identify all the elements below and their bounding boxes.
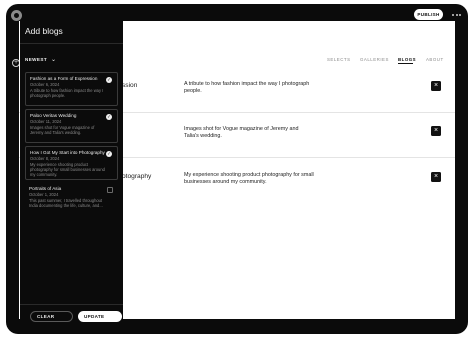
update-button[interactable]: UPDATE (78, 311, 122, 322)
nav-blogs[interactable]: BLOGS (398, 57, 416, 62)
check-icon[interactable]: ✓ (106, 114, 112, 120)
checkbox-icon[interactable] (107, 187, 113, 193)
blog-card-excerpt: My experience shooting product photograp… (30, 162, 105, 177)
blog-card[interactable]: Paloo Veritas Wedding October 11, 2024 I… (25, 109, 118, 143)
blog-card-excerpt: This past summer, I travelled throughout… (29, 198, 103, 208)
panel-title: Add blogs (25, 26, 63, 36)
check-icon[interactable]: ✓ (106, 77, 112, 83)
nav-about[interactable]: ABOUT (426, 57, 444, 62)
panel-footer-divider (20, 304, 123, 305)
add-blogs-panel: Add blogs NEWEST ⌄ Fashion as a Form of … (20, 21, 123, 324)
blog-title: ssion (122, 82, 138, 89)
blog-description: A tribute to how fashion impact the way … (184, 81, 310, 94)
remove-blog-button[interactable]: × (431, 126, 441, 136)
remove-blog-button[interactable]: × (431, 172, 441, 182)
blog-description: Images shot for Vogue magazine of Jeremy… (184, 126, 299, 139)
chevron-down-icon[interactable]: ⌄ (51, 56, 56, 63)
blog-card-excerpt: Images shot for Vogue magazine of Jeremy… (30, 125, 95, 135)
blog-description: My experience shooting product photograp… (184, 172, 314, 185)
blog-card[interactable]: How I Got My Start into Photography Octo… (25, 146, 118, 180)
check-icon[interactable]: ✓ (106, 151, 112, 157)
nav-selects[interactable]: SELECTS (327, 57, 351, 62)
panel-divider (20, 43, 123, 44)
remove-blog-button[interactable]: × (431, 81, 441, 91)
blog-title: otography (122, 173, 152, 180)
blog-card-excerpt: A tribute to how fashion impact the way … (30, 88, 104, 98)
app-logo-icon[interactable] (11, 10, 22, 21)
nav-galleries[interactable]: GALLERIES (360, 57, 389, 62)
clear-button[interactable]: CLEAR (30, 311, 73, 322)
more-horizontal-icon[interactable] (452, 12, 463, 17)
blog-card[interactable]: Fashion as a Form of Expression October … (25, 72, 118, 106)
publish-button[interactable]: PUBLISH (414, 9, 443, 20)
blog-card[interactable]: Portraits of Asia October 1, 2024 This p… (25, 183, 118, 217)
sort-dropdown[interactable]: NEWEST (25, 57, 47, 62)
nav-active-underline (398, 63, 413, 64)
